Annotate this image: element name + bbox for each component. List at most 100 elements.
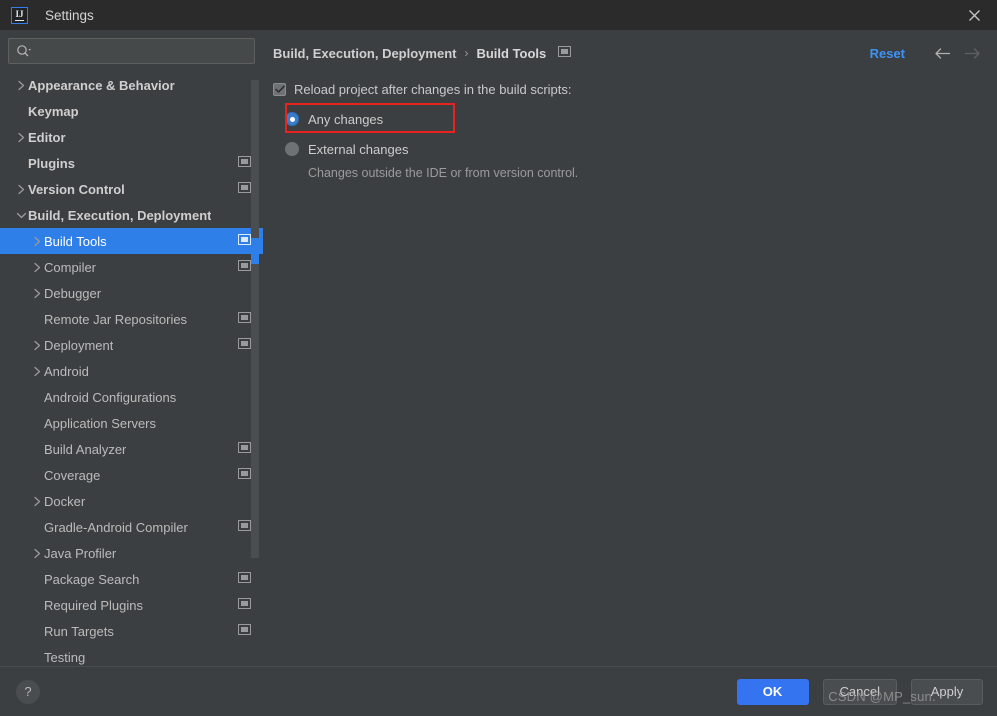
chevron-right-icon[interactable] — [30, 288, 44, 299]
chevron-right-icon[interactable] — [30, 340, 44, 351]
settings-sidebar: Appearance & Behavior Keymap Editor Plugins… — [0, 30, 263, 666]
sidebar-item-coverage[interactable]: Coverage — [0, 462, 263, 488]
intellij-logo-text: IJ — [15, 8, 24, 21]
sidebar-item-compiler[interactable]: Compiler — [0, 254, 263, 280]
sidebar-item-remote-jar-repositories[interactable]: Remote Jar Repositories — [0, 306, 263, 332]
cancel-button[interactable]: Cancel — [822, 678, 897, 705]
reload-project-checkbox-row[interactable]: Reload project after changes in the buil… — [273, 79, 983, 99]
search-input[interactable] — [36, 44, 247, 58]
sidebar-item-label: Package Search — [44, 571, 140, 587]
sidebar-item-android[interactable]: Android — [0, 358, 263, 384]
sidebar-item-appearance-behavior[interactable]: Appearance & Behavior — [0, 72, 263, 98]
sidebar-item-testing[interactable]: Testing — [0, 644, 263, 666]
sidebar-item-label: Docker — [44, 493, 86, 509]
sidebar-item-label: Deployment — [44, 337, 114, 353]
sidebar-item-label: Compiler — [44, 259, 97, 275]
chevron-down-icon[interactable] — [14, 211, 28, 220]
chevron-right-icon[interactable] — [30, 262, 44, 273]
chevron-right-icon[interactable] — [14, 80, 28, 91]
sidebar-item-required-plugins[interactable]: Required Plugins — [0, 592, 263, 618]
main-content: Reload project after changes in the buil… — [263, 70, 997, 666]
project-settings-icon — [558, 44, 572, 62]
main-header: Build, Execution, Deployment › Build Too… — [263, 36, 997, 70]
sidebar-item-label: Android Configurations — [44, 389, 177, 405]
arrow-left-icon[interactable] — [931, 42, 953, 64]
sidebar-item-label: Appearance & Behavior — [28, 77, 175, 93]
external-changes-radio[interactable] — [285, 142, 299, 156]
sidebar-item-android-configurations[interactable]: Android Configurations — [0, 384, 263, 410]
sidebar-item-run-targets[interactable]: Run Targets — [0, 618, 263, 644]
arrow-right-icon — [961, 42, 983, 64]
any-changes-radio[interactable] — [285, 112, 299, 126]
sidebar-scrollbar-track[interactable] — [251, 80, 259, 558]
sidebar-item-deployment[interactable]: Deployment — [0, 332, 263, 358]
sidebar-item-build-tools[interactable]: Build Tools — [0, 228, 263, 254]
sidebar-item-label: Editor — [28, 129, 66, 145]
settings-main-panel: Build, Execution, Deployment › Build Too… — [263, 30, 997, 666]
breadcrumb-current: Build Tools — [476, 45, 547, 61]
sidebar-item-label: Remote Jar Repositories — [44, 311, 188, 327]
sidebar-item-docker[interactable]: Docker — [0, 488, 263, 514]
dialog-footer: ? OK Cancel Apply — [0, 666, 997, 716]
sidebar-item-label: Required Plugins — [44, 597, 144, 613]
sidebar-item-label: Android — [44, 363, 89, 379]
any-changes-label: Any changes — [308, 111, 384, 127]
radio-row-external-changes[interactable]: External changes — [285, 137, 983, 161]
reset-button[interactable]: Reset — [870, 46, 905, 61]
sidebar-item-label: Gradle-Android Compiler — [44, 519, 188, 535]
sidebar-item-label: Version Control — [28, 181, 125, 197]
breadcrumb-parent[interactable]: Build, Execution, Deployment — [273, 46, 456, 61]
sidebar-item-debugger[interactable]: Debugger — [0, 280, 263, 306]
sidebar-item-label: Build Analyzer — [44, 441, 127, 457]
sidebar-item-version-control[interactable]: Version Control — [0, 176, 263, 202]
sidebar-item-build-execution-deployment[interactable]: Build, Execution, Deployment — [0, 202, 263, 228]
search-area — [0, 30, 263, 70]
project-settings-icon — [238, 258, 251, 276]
reload-options-group: Any changes External changes Changes out… — [273, 103, 983, 180]
sidebar-item-label: Build Tools — [44, 233, 107, 249]
project-settings-icon — [238, 570, 251, 588]
chevron-right-icon[interactable] — [30, 236, 44, 247]
sidebar-item-package-search[interactable]: Package Search — [0, 566, 263, 592]
chevron-right-icon[interactable] — [30, 366, 44, 377]
search-box[interactable] — [8, 38, 255, 64]
sidebar-item-label: Testing — [44, 649, 86, 665]
project-settings-icon — [238, 154, 251, 172]
help-button[interactable]: ? — [16, 679, 40, 704]
sidebar-item-label: Build, Execution, Deployment — [28, 207, 212, 223]
project-settings-icon — [238, 336, 251, 354]
close-icon[interactable] — [951, 0, 997, 30]
radio-row-any-changes[interactable]: Any changes — [285, 103, 983, 133]
project-settings-icon — [238, 466, 251, 484]
intellij-logo-icon: IJ — [11, 6, 28, 24]
project-settings-icon — [238, 232, 251, 250]
sidebar-item-plugins[interactable]: Plugins — [0, 150, 263, 176]
sidebar-item-label: Plugins — [28, 155, 75, 171]
project-settings-icon — [238, 596, 251, 614]
ok-button[interactable]: OK — [736, 678, 809, 705]
sidebar-item-keymap[interactable]: Keymap — [0, 98, 263, 124]
sidebar-item-label: Java Profiler — [44, 545, 117, 561]
sidebar-item-editor[interactable]: Editor — [0, 124, 263, 150]
breadcrumb-separator: › — [464, 46, 469, 60]
external-changes-label: External changes — [308, 141, 409, 157]
sidebar-item-gradle-android-compiler[interactable]: Gradle-Android Compiler — [0, 514, 263, 540]
chevron-right-icon[interactable] — [14, 132, 28, 143]
project-settings-icon — [238, 180, 251, 198]
reload-project-label: Reload project after changes in the buil… — [294, 81, 572, 97]
project-settings-icon — [238, 518, 251, 536]
sidebar-item-application-servers[interactable]: Application Servers — [0, 410, 263, 436]
settings-tree: Appearance & Behavior Keymap Editor Plugins… — [0, 70, 263, 666]
apply-button[interactable]: Apply — [911, 678, 983, 705]
sidebar-item-java-profiler[interactable]: Java Profiler — [0, 540, 263, 566]
sidebar-item-label: Debugger — [44, 285, 102, 301]
sidebar-scrollbar-thumb[interactable] — [251, 238, 259, 264]
project-settings-icon — [238, 622, 251, 640]
chevron-right-icon[interactable] — [30, 548, 44, 559]
chevron-right-icon[interactable] — [14, 184, 28, 195]
sidebar-item-label: Application Servers — [44, 415, 156, 431]
chevron-right-icon[interactable] — [30, 496, 44, 507]
project-settings-icon — [238, 440, 251, 458]
sidebar-item-build-analyzer[interactable]: Build Analyzer — [0, 436, 263, 462]
reload-project-checkbox[interactable] — [273, 82, 286, 96]
